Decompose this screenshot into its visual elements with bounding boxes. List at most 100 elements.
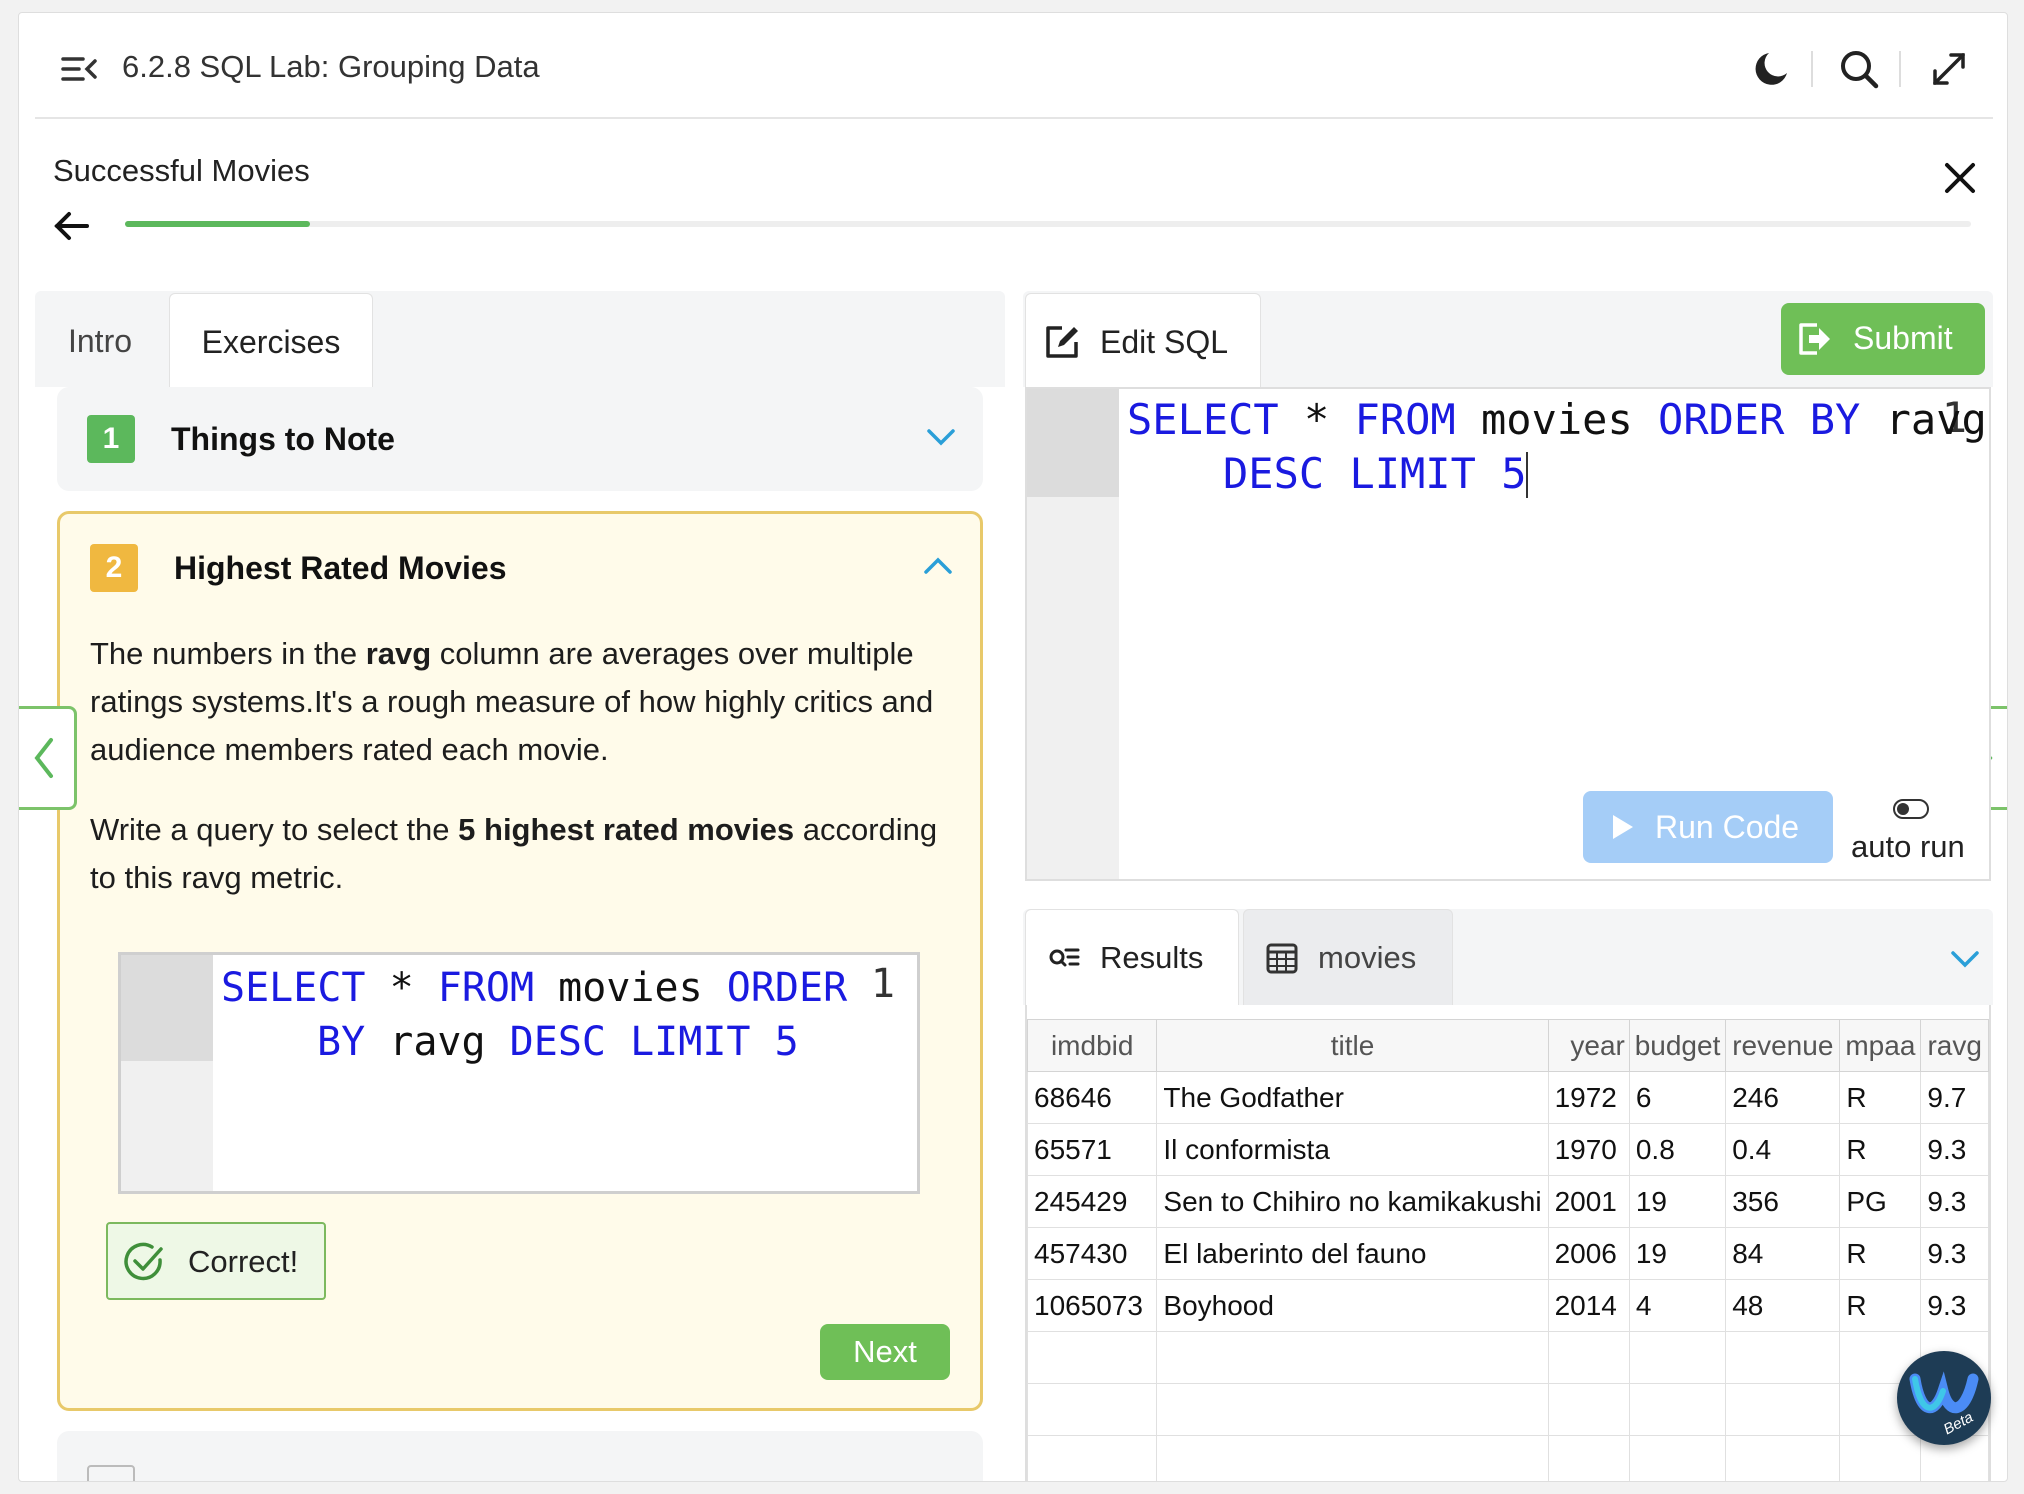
exercise-item-things-to-note[interactable]: 1 Things to Note bbox=[57, 387, 983, 491]
query-results-icon bbox=[1046, 940, 1082, 976]
table-cell bbox=[1628, 1383, 1727, 1436]
edit-icon bbox=[1042, 322, 1082, 362]
column-header[interactable]: ravg bbox=[1920, 1019, 1989, 1072]
table-cell: 9.3 bbox=[1920, 1175, 1989, 1228]
chevron-down-icon[interactable] bbox=[1947, 941, 1983, 977]
table-cell bbox=[1628, 1435, 1727, 1481]
table-cell: El laberinto del fauno bbox=[1156, 1227, 1549, 1280]
toggle-knob bbox=[1897, 803, 1909, 815]
results-tab-bar: Results movies bbox=[1023, 909, 1993, 1005]
editor-tab-bar: Edit SQL Submit bbox=[1023, 291, 1993, 387]
table-cell bbox=[1026, 1383, 1158, 1436]
run-code-label: Run Code bbox=[1655, 809, 1800, 845]
table-cell: 246 bbox=[1725, 1071, 1841, 1124]
next-button[interactable]: Next bbox=[820, 1324, 950, 1380]
run-code-button[interactable]: Run Code bbox=[1583, 791, 1833, 863]
submit-icon bbox=[1797, 321, 1833, 357]
play-icon bbox=[1607, 811, 1637, 843]
chevron-up-icon[interactable] bbox=[920, 548, 956, 584]
table-cell: R bbox=[1839, 1071, 1922, 1124]
table-row: 245429 Sen to Chihiro no kamikakushi 2001 1… bbox=[1026, 1175, 1989, 1228]
table-cell bbox=[1026, 1435, 1158, 1481]
chevron-down-icon[interactable] bbox=[923, 419, 959, 455]
table-cell: 245429 bbox=[1026, 1175, 1158, 1228]
exercise-description: The numbers in the ravg column are avera… bbox=[90, 636, 934, 767]
table-cell: 19 bbox=[1628, 1175, 1727, 1228]
results-grid: imdbid title year budget revenue mpaa ravg 686… bbox=[1025, 1005, 1991, 1481]
top-bar: 6.2.8 SQL Lab: Grouping Data bbox=[19, 13, 2007, 118]
table-header-row: imdbid title year budget revenue mpaa ravg bbox=[1026, 1019, 1989, 1072]
code-line-wrap: BY ravg DESC LIMIT 5 bbox=[317, 1019, 799, 1065]
app-title: 6.2.8 SQL Lab: Grouping Data bbox=[122, 49, 540, 84]
exercise-number-badge bbox=[87, 1465, 135, 1481]
menu-collapse-icon[interactable] bbox=[57, 47, 101, 91]
table-icon bbox=[1264, 940, 1300, 976]
table-row: 65571 Il conformista 1970 0.8 0.4 R 9.3 bbox=[1026, 1123, 1989, 1176]
table-cell bbox=[1547, 1435, 1630, 1481]
check-circle-icon bbox=[122, 1240, 166, 1284]
tab-edit-sql[interactable]: Edit SQL bbox=[1025, 293, 1261, 387]
table-cell bbox=[1156, 1383, 1549, 1436]
table-cell bbox=[1839, 1435, 1922, 1481]
empty-table-row bbox=[1026, 1383, 1989, 1436]
back-arrow-icon[interactable] bbox=[49, 203, 95, 249]
code-line: SELECT * FROM movies ORDER bbox=[221, 965, 848, 1011]
exercise-item-next[interactable] bbox=[57, 1431, 983, 1481]
table-cell bbox=[1547, 1331, 1630, 1384]
table-cell: 1970 bbox=[1547, 1123, 1630, 1176]
tab-results[interactable]: Results bbox=[1025, 909, 1239, 1005]
table-cell: 1065073 bbox=[1026, 1279, 1158, 1332]
exercise-item-highest-rated-movies: 2 Highest Rated Movies The numbers in th… bbox=[57, 511, 983, 1411]
table-cell bbox=[1628, 1331, 1727, 1384]
tab-intro[interactable]: Intro bbox=[35, 293, 165, 387]
solution-code-preview: 1 SELECT * FROM movies ORDER BY ravg DES… bbox=[118, 952, 920, 1194]
table-cell: 0.4 bbox=[1725, 1123, 1841, 1176]
column-header[interactable]: title bbox=[1156, 1019, 1549, 1072]
tab-exercises[interactable]: Exercises bbox=[169, 293, 373, 387]
column-header[interactable]: budget bbox=[1628, 1019, 1727, 1072]
search-icon[interactable] bbox=[1835, 45, 1883, 93]
auto-run-toggle[interactable] bbox=[1893, 799, 1929, 819]
empty-table-row bbox=[1026, 1435, 1989, 1481]
results-table: imdbid title year budget revenue mpaa ravg 686… bbox=[1026, 1019, 1989, 1481]
table-cell bbox=[1725, 1331, 1841, 1384]
progress-bar bbox=[125, 221, 1971, 227]
column-header[interactable]: mpaa bbox=[1839, 1019, 1922, 1072]
submit-label: Submit bbox=[1853, 320, 1953, 356]
table-row: 68646 The Godfather 1972 6 246 R 9.7 bbox=[1026, 1071, 1989, 1124]
table-cell bbox=[1547, 1383, 1630, 1436]
column-header[interactable]: imdbid bbox=[1026, 1019, 1158, 1072]
table-cell bbox=[1026, 1331, 1158, 1384]
chevron-left-icon bbox=[34, 738, 53, 778]
table-cell: Boyhood bbox=[1156, 1279, 1549, 1332]
assistant-beta-button[interactable]: Beta bbox=[1897, 1351, 1991, 1445]
header-divider bbox=[1811, 51, 1813, 87]
status-badge: Correct! bbox=[106, 1222, 326, 1300]
tab-label: Results bbox=[1100, 940, 1204, 975]
moon-icon[interactable] bbox=[1747, 45, 1795, 93]
column-header[interactable]: year bbox=[1547, 1019, 1630, 1072]
expand-icon[interactable] bbox=[1925, 45, 1973, 93]
table-cell: 0.8 bbox=[1628, 1123, 1727, 1176]
sql-workspace: Edit SQL Submit 1 SELECT * FROM movies O… bbox=[1023, 291, 2007, 1481]
tab-movies-table[interactable]: movies bbox=[1243, 909, 1453, 1005]
table-cell: 1972 bbox=[1547, 1071, 1630, 1124]
exercise-number-badge: 2 bbox=[90, 544, 138, 592]
table-cell: 4 bbox=[1628, 1279, 1727, 1332]
table-row: 457430 El laberinto del fauno 2006 19 84 R 9.3 bbox=[1026, 1227, 1989, 1280]
submit-button[interactable]: Submit bbox=[1781, 303, 1985, 375]
table-row: 1065073 Boyhood 2014 4 48 R 9.3 bbox=[1026, 1279, 1989, 1332]
tab-label: movies bbox=[1318, 940, 1417, 975]
table-cell: R bbox=[1839, 1227, 1922, 1280]
table-cell: 9.7 bbox=[1920, 1071, 1989, 1124]
exercise-title: Highest Rated Movies bbox=[174, 550, 507, 586]
sql-editor[interactable]: 1 SELECT * FROM movies ORDER BY ravg DES… bbox=[1025, 387, 1991, 881]
active-line-gutter bbox=[1027, 389, 1119, 497]
lesson-window: 6.2.8 SQL Lab: Grouping Data Successful … bbox=[18, 12, 2008, 1482]
table-cell: 65571 bbox=[1026, 1123, 1158, 1176]
close-icon[interactable] bbox=[1937, 155, 1983, 201]
table-cell: 457430 bbox=[1026, 1227, 1158, 1280]
column-header[interactable]: revenue bbox=[1725, 1019, 1841, 1072]
code-line-wrap: DESC LIMIT 5 bbox=[1223, 449, 1529, 498]
prev-step-button[interactable] bbox=[19, 706, 77, 810]
